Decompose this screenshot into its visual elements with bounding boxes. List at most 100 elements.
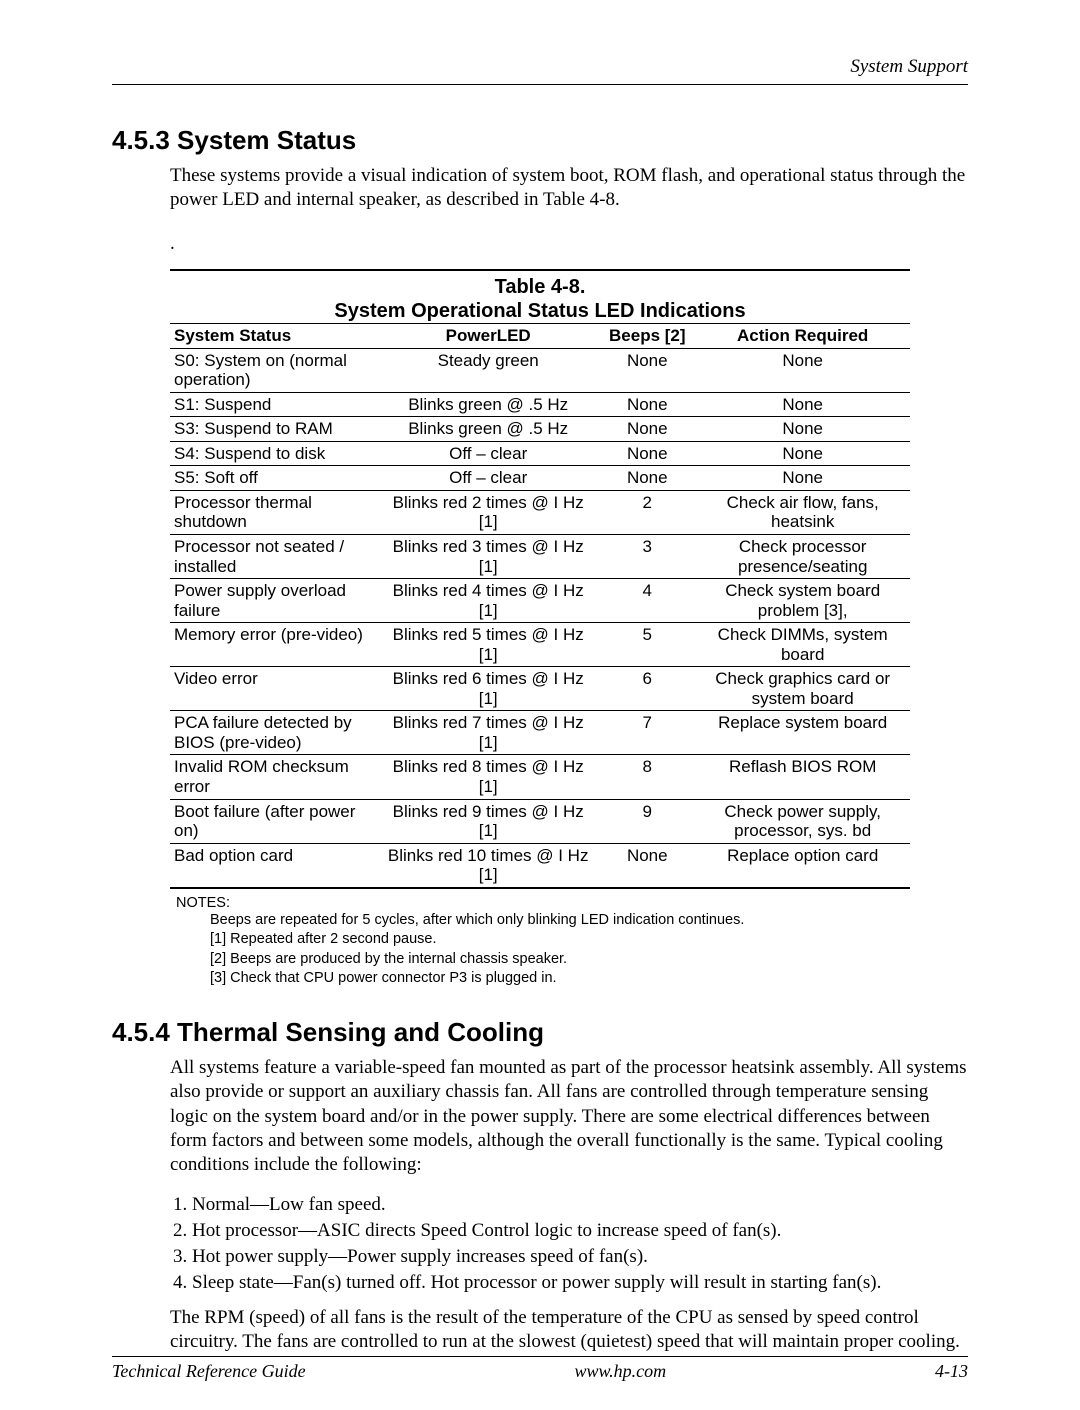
list-item: Hot processor—ASIC directs Speed Control… xyxy=(192,1220,968,1242)
table-cell: Processor thermal shutdown xyxy=(170,490,377,534)
table-cell: None xyxy=(599,441,695,466)
table-row: Processor not seated / installedBlinks r… xyxy=(170,535,910,579)
table-row: Power supply overload failureBlinks red … xyxy=(170,579,910,623)
table-cell: None xyxy=(695,417,910,442)
table-cell: Blinks green @ .5 Hz xyxy=(377,392,599,417)
table-row: S1: SuspendBlinks green @ .5 HzNoneNone xyxy=(170,392,910,417)
table-cell: None xyxy=(695,392,910,417)
footer-left: Technical Reference Guide xyxy=(112,1361,306,1382)
table-cell: Replace option card xyxy=(695,843,910,888)
table-cell: Blinks red 6 times @ I Hz [1] xyxy=(377,667,599,711)
table-cell: Blinks red 8 times @ I Hz [1] xyxy=(377,755,599,799)
list-item: Normal—Low fan speed. xyxy=(192,1194,968,1216)
list-item: Hot power supply—Power supply increases … xyxy=(192,1246,968,1268)
section-heading-4-5-4: 4.5.4 Thermal Sensing and Cooling xyxy=(112,1017,968,1048)
table-cell: 7 xyxy=(599,711,695,755)
section-heading-4-5-3: 4.5.3 System Status xyxy=(112,125,968,156)
note-line: [1] Repeated after 2 second pause. xyxy=(210,930,968,950)
table-cell: PCA failure detected by BIOS (pre-video) xyxy=(170,711,377,755)
table-cell: Check processor presence/seating xyxy=(695,535,910,579)
table-cell: Check graphics card or system board xyxy=(695,667,910,711)
table-cell: 4 xyxy=(599,579,695,623)
table-cell: Blinks green @ .5 Hz xyxy=(377,417,599,442)
notes-label: NOTES: xyxy=(176,895,968,911)
table-cell: Boot failure (after power on) xyxy=(170,799,377,843)
table-cell: Off – clear xyxy=(377,466,599,491)
table-4-8: Table 4-8. System Operational Status LED… xyxy=(170,269,910,889)
note-line: [2] Beeps are produced by the internal c… xyxy=(210,950,968,970)
table-cell: None xyxy=(599,417,695,442)
table-cell: Off – clear xyxy=(377,441,599,466)
table-row: Boot failure (after power on)Blinks red … xyxy=(170,799,910,843)
table-cell: Check power supply, processor, sys. bd xyxy=(695,799,910,843)
table-cell: None xyxy=(599,392,695,417)
table-cell: S5: Soft off xyxy=(170,466,377,491)
table-cell: Blinks red 2 times @ I Hz [1] xyxy=(377,490,599,534)
note-line: [3] Check that CPU power connector P3 is… xyxy=(210,969,968,989)
table-cell: None xyxy=(599,348,695,392)
table-row: S4: Suspend to diskOff – clearNoneNone xyxy=(170,441,910,466)
table-row: Memory error (pre-video)Blinks red 5 tim… xyxy=(170,623,910,667)
table-cell: Steady green xyxy=(377,348,599,392)
table-row: S3: Suspend to RAMBlinks green @ .5 HzNo… xyxy=(170,417,910,442)
table-cell: Blinks red 4 times @ I Hz [1] xyxy=(377,579,599,623)
th-beeps: Beeps [2] xyxy=(599,323,695,348)
table-cell: Replace system board xyxy=(695,711,910,755)
cooling-conditions-list: Normal—Low fan speed. Hot processor—ASIC … xyxy=(170,1194,968,1294)
table-cell: Memory error (pre-video) xyxy=(170,623,377,667)
table-cell: S0: System on (normal operation) xyxy=(170,348,377,392)
table-notes: NOTES: Beeps are repeated for 5 cycles, … xyxy=(170,895,968,989)
table-cell: Processor not seated / installed xyxy=(170,535,377,579)
table-cell: Blinks red 7 times @ I Hz [1] xyxy=(377,711,599,755)
table-cell: 8 xyxy=(599,755,695,799)
table-cell: Video error xyxy=(170,667,377,711)
table-cell: S3: Suspend to RAM xyxy=(170,417,377,442)
table-cell: S4: Suspend to disk xyxy=(170,441,377,466)
table-row: PCA failure detected by BIOS (pre-video)… xyxy=(170,711,910,755)
table-row: Processor thermal shutdownBlinks red 2 t… xyxy=(170,490,910,534)
list-item: Sleep state—Fan(s) turned off. Hot proce… xyxy=(192,1272,968,1294)
table-cell: Check DIMMs, system board xyxy=(695,623,910,667)
th-action-required: Action Required xyxy=(695,323,910,348)
table-cell: 6 xyxy=(599,667,695,711)
th-system-status: System Status xyxy=(170,323,377,348)
table-cell: None xyxy=(599,843,695,888)
table-cell: Invalid ROM checksum error xyxy=(170,755,377,799)
section-1-paragraph: These systems provide a visual indicatio… xyxy=(170,164,968,213)
period-marker: . xyxy=(170,233,968,255)
table-cell: Blinks red 3 times @ I Hz [1] xyxy=(377,535,599,579)
page-footer: Technical Reference Guide www.hp.com 4-1… xyxy=(112,1356,968,1382)
table-row: Video errorBlinks red 6 times @ I Hz [1]… xyxy=(170,667,910,711)
table-cell: None xyxy=(695,441,910,466)
table-row: S5: Soft offOff – clearNoneNone xyxy=(170,466,910,491)
note-line: Beeps are repeated for 5 cycles, after w… xyxy=(210,911,968,931)
table-cell: Bad option card xyxy=(170,843,377,888)
table-cell: Power supply overload failure xyxy=(170,579,377,623)
table-cell: Check air flow, fans, heatsink xyxy=(695,490,910,534)
header-rule xyxy=(112,84,968,85)
table-cell: Blinks red 9 times @ I Hz [1] xyxy=(377,799,599,843)
footer-right: 4-13 xyxy=(935,1361,968,1382)
table-cell: Check system board problem [3], xyxy=(695,579,910,623)
table-cell: None xyxy=(695,466,910,491)
footer-center: www.hp.com xyxy=(574,1361,666,1382)
table-cell: Reflash BIOS ROM xyxy=(695,755,910,799)
table-cell: 9 xyxy=(599,799,695,843)
section-2-paragraph-1: All systems feature a variable-speed fan… xyxy=(170,1056,968,1178)
table-cell: S1: Suspend xyxy=(170,392,377,417)
section-2-paragraph-2: The RPM (speed) of all fans is the resul… xyxy=(170,1306,968,1355)
table-cell: Blinks red 10 times @ I Hz [1] xyxy=(377,843,599,888)
table-caption-line2: System Operational Status LED Indication… xyxy=(170,299,910,323)
table-cell: None xyxy=(599,466,695,491)
table-cell: 3 xyxy=(599,535,695,579)
table-cell: Blinks red 5 times @ I Hz [1] xyxy=(377,623,599,667)
th-power-led: PowerLED xyxy=(377,323,599,348)
header-section-label: System Support xyxy=(112,56,968,78)
table-caption-line1: Table 4-8. xyxy=(170,275,910,299)
table-cell: 5 xyxy=(599,623,695,667)
table-row: S0: System on (normal operation)Steady g… xyxy=(170,348,910,392)
table-row: Invalid ROM checksum errorBlinks red 8 t… xyxy=(170,755,910,799)
table-cell: None xyxy=(695,348,910,392)
table-cell: 2 xyxy=(599,490,695,534)
table-row: Bad option cardBlinks red 10 times @ I H… xyxy=(170,843,910,888)
